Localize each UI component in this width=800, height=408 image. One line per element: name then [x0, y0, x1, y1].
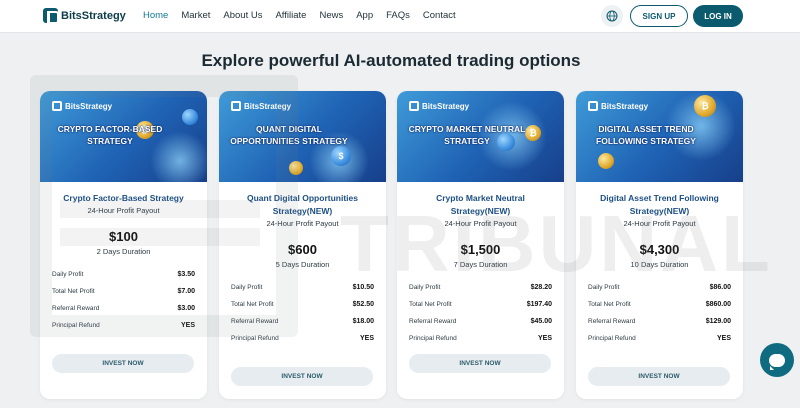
nav-about-us[interactable]: About Us [223, 10, 262, 21]
detail-row: Referral Reward $45.00 [409, 318, 552, 325]
plan-card-crypto-factor: ₿ BitsStrategy CRYPTO FACTOR-BASED STRAT… [40, 91, 207, 399]
banner-brand: BitsStrategy [231, 101, 291, 111]
plan-name: Crypto Market Neutral Strategy(NEW) [436, 193, 525, 216]
banner-title: QUANT DIGITAL OPPORTUNITIES STRATEGY [230, 124, 348, 146]
banner-brand: BitsStrategy [588, 101, 648, 111]
plan-banner: $ BitsStrategy QUANT DIGITAL OPPORTUNITI… [219, 91, 386, 182]
invest-now-button[interactable]: INVEST NOW [588, 367, 730, 386]
nav-affiliate[interactable]: Affiliate [275, 10, 306, 21]
plan-payout: 24-Hour Profit Payout [444, 219, 517, 228]
banner-title: CRYPTO FACTOR-BASED STRATEGY [57, 124, 163, 146]
plan-price: $100 [109, 229, 138, 244]
logo-icon [409, 101, 419, 111]
detail-row: Principal Refund YES [52, 322, 195, 329]
logo-icon [43, 8, 59, 24]
detail-row: Total Net Profit $197.40 [409, 301, 552, 308]
banner-brand: BitsStrategy [52, 101, 112, 111]
brand-logo[interactable]: BitsStrategy [43, 8, 126, 24]
plan-price: $1,500 [460, 242, 501, 257]
nav-app[interactable]: App [356, 10, 373, 21]
detail-row: Referral Reward $3.00 [52, 305, 195, 312]
signup-button[interactable]: SIGN UP [630, 5, 688, 27]
invest-now-button[interactable]: INVEST NOW [231, 367, 373, 386]
detail-row: Daily Profit $10.50 [231, 284, 374, 291]
banner-title: CRYPTO MARKET NEUTRAL STRATEGY [408, 124, 526, 146]
detail-row: Daily Profit $86.00 [588, 284, 731, 291]
detail-row: Total Net Profit $7.00 [52, 288, 195, 295]
plan-details: Daily Profit $3.50 Total Net Profit $7.00 … [52, 266, 195, 334]
detail-row: Daily Profit $3.50 [52, 271, 195, 278]
nav-faqs[interactable]: FAQs [386, 10, 410, 21]
nav-contact[interactable]: Contact [423, 10, 456, 21]
plan-price: $4,300 [639, 242, 680, 257]
plan-price: $600 [288, 242, 317, 257]
detail-row: Total Net Profit $860.00 [588, 301, 731, 308]
detail-row: Referral Reward $129.00 [588, 318, 731, 325]
plan-duration: 5 Days Duration [275, 260, 330, 269]
token-coin-icon [182, 109, 198, 125]
plan-banner: ₿ BitsStrategy CRYPTO MARKET NEUTRAL STR… [397, 91, 564, 182]
plan-card-trend-following: ₿ BitsStrategy DIGITAL ASSET TREND FOLLO… [576, 91, 743, 399]
dollar-coin-icon: $ [331, 146, 351, 166]
plan-payout: 24-Hour Profit Payout [87, 206, 160, 215]
plan-details: Daily Profit $86.00 Total Net Profit $860.… [588, 279, 731, 347]
plan-details: Daily Profit $28.20 Total Net Profit $197.… [409, 279, 552, 347]
plan-details: Daily Profit $10.50 Total Net Profit $52.5… [231, 279, 374, 347]
plan-duration: 2 Days Duration [96, 247, 151, 256]
plan-payout: 24-Hour Profit Payout [623, 219, 696, 228]
invest-now-button[interactable]: INVEST NOW [409, 354, 551, 373]
invest-now-button[interactable]: INVEST NOW [52, 354, 194, 373]
plan-card-market-neutral: ₿ BitsStrategy CRYPTO MARKET NEUTRAL STR… [397, 91, 564, 399]
nav-home[interactable]: Home [143, 10, 168, 21]
bitcoin-coin-icon [289, 161, 303, 175]
site-header: BitsStrategy Home Market About Us Affili… [0, 0, 800, 33]
brand-name: BitsStrategy [61, 9, 126, 22]
logo-icon [231, 101, 241, 111]
token-coin-icon [598, 153, 614, 169]
detail-row: Principal Refund YES [588, 335, 731, 342]
plan-card-quant-digital: $ BitsStrategy QUANT DIGITAL OPPORTUNITI… [219, 91, 386, 399]
plan-duration: 10 Days Duration [630, 260, 689, 269]
plan-name: Digital Asset Trend Following Strategy(N… [600, 193, 719, 216]
chat-bubble-icon [769, 353, 785, 370]
plan-banner: ₿ BitsStrategy DIGITAL ASSET TREND FOLLO… [576, 91, 743, 182]
bitcoin-coin-icon: ₿ [694, 95, 716, 117]
detail-row: Principal Refund YES [231, 335, 374, 342]
plan-payout: 24-Hour Profit Payout [266, 219, 339, 228]
chat-button[interactable] [760, 343, 794, 377]
main-nav: Home Market About Us Affiliate News App … [143, 10, 469, 21]
detail-row: Total Net Profit $52.50 [231, 301, 374, 308]
plan-duration: 7 Days Duration [453, 260, 508, 269]
logo-icon [52, 101, 62, 111]
detail-row: Principal Refund YES [409, 335, 552, 342]
banner-brand: BitsStrategy [409, 101, 469, 111]
logo-icon [588, 101, 598, 111]
language-button[interactable] [601, 5, 623, 27]
plan-name: Crypto Factor-Based Strategy [63, 193, 184, 203]
bitcoin-coin-icon: ₿ [525, 125, 541, 141]
login-button[interactable]: LOG IN [693, 5, 743, 27]
detail-row: Referral Reward $18.00 [231, 318, 374, 325]
banner-title: DIGITAL ASSET TREND FOLLOWING STRATEGY [596, 124, 696, 146]
plan-banner: ₿ BitsStrategy CRYPTO FACTOR-BASED STRAT… [40, 91, 207, 182]
detail-row: Daily Profit $28.20 [409, 284, 552, 291]
section-title: Explore powerful AI-automated trading op… [201, 51, 581, 70]
plan-name: Quant Digital Opportunities Strategy(NEW… [247, 193, 358, 216]
nav-news[interactable]: News [319, 10, 343, 21]
globe-icon [606, 10, 618, 22]
nav-market[interactable]: Market [181, 10, 210, 21]
